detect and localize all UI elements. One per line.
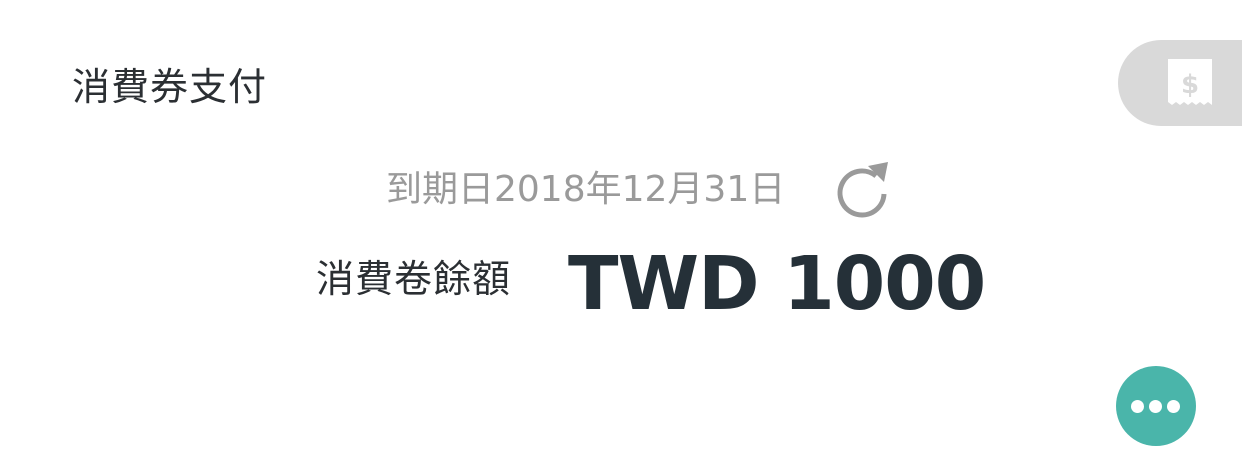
balance-label: 消費卷餘額 [316, 257, 512, 301]
receipt-dollar-icon: $ [1168, 59, 1212, 105]
receipt-tab-button[interactable]: $ [1118, 40, 1242, 126]
balance-amount: TWD 1000 [568, 241, 986, 327]
expiry-date: 到期日2018年12月31日 [386, 169, 786, 210]
voucher-payment-screen: 消費券支付 $ 到期日2018年12月31日 消費卷餘額 TWD 1000 [0, 0, 1242, 462]
more-options-button[interactable] [1116, 366, 1196, 446]
page-title: 消費券支付 [72, 65, 268, 109]
refresh-icon[interactable] [832, 160, 896, 220]
expiry-row: 到期日2018年12月31日 [0, 160, 1242, 220]
svg-text:$: $ [1181, 70, 1199, 100]
